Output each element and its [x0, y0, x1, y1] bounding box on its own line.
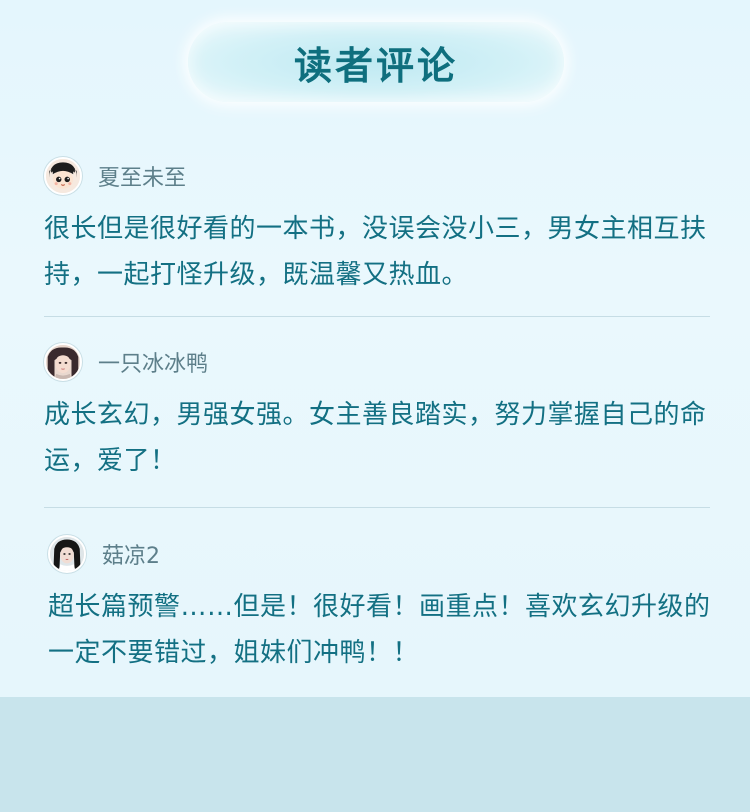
- review-divider: [44, 316, 710, 317]
- review-item: 夏至未至 很长但是很好看的一本书，没误会没小三，男女主相互扶持，一起打怪升级，既…: [44, 156, 710, 298]
- review-divider: [44, 507, 710, 508]
- review-item: 菇凉2 超长篇预警……但是！很好看！画重点！喜欢玄幻升级的一定不要错过，姐妹们冲…: [48, 534, 714, 676]
- anime-girl-avatar-icon[interactable]: [44, 343, 82, 381]
- page-footer-area: [0, 697, 750, 812]
- review-content: 超长篇预警……但是！很好看！画重点！喜欢玄幻升级的一定不要错过，姐妹们冲鸭！！: [48, 592, 711, 668]
- girl-photo-avatar-icon[interactable]: [48, 535, 86, 573]
- section-title: 读者评论: [293, 43, 458, 88]
- reviews-panel: 读者评论 夏至未至 很长但是很好看的一本书，没误会没小三，男女主相互扶持，一起打…: [0, 0, 750, 697]
- review-username[interactable]: 夏至未至: [98, 160, 186, 192]
- review-username[interactable]: 菇凉2: [102, 538, 160, 570]
- review-content: 成长玄幻，男强女强。女主善良踏实，努力掌握自己的命运，爱了！: [44, 400, 707, 476]
- review-username[interactable]: 一只冰冰鸭: [98, 346, 208, 378]
- review-content: 很长但是很好看的一本书，没误会没小三，男女主相互扶持，一起打怪升级，既温馨又热血…: [44, 214, 707, 290]
- cartoon-face-avatar-icon[interactable]: [44, 157, 82, 195]
- review-header: 一只冰冰鸭: [44, 342, 710, 382]
- review-header: 夏至未至: [44, 156, 710, 196]
- section-title-banner: 读者评论: [188, 22, 564, 102]
- review-header: 菇凉2: [48, 534, 714, 574]
- review-item: 一只冰冰鸭 成长玄幻，男强女强。女主善良踏实，努力掌握自己的命运，爱了！: [44, 342, 710, 484]
